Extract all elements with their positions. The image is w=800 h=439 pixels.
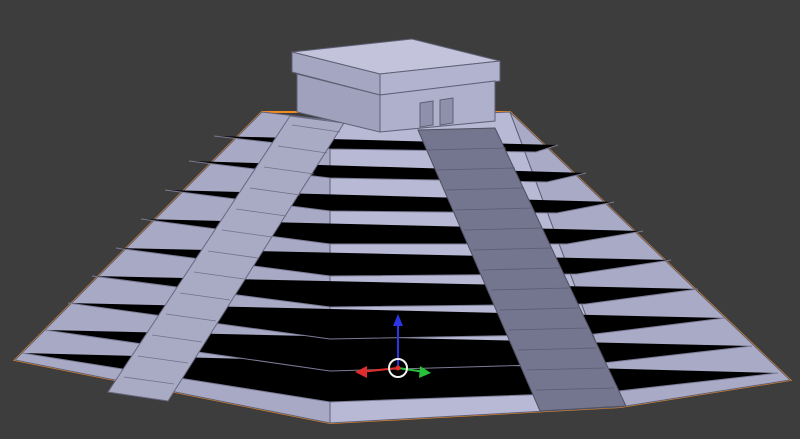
temple-top <box>291 38 501 133</box>
scene-canvas[interactable] <box>0 0 800 439</box>
pyramid-object[interactable] <box>12 38 793 425</box>
3d-viewport[interactable] <box>0 0 800 439</box>
gizmo-center-dot[interactable] <box>395 365 401 371</box>
